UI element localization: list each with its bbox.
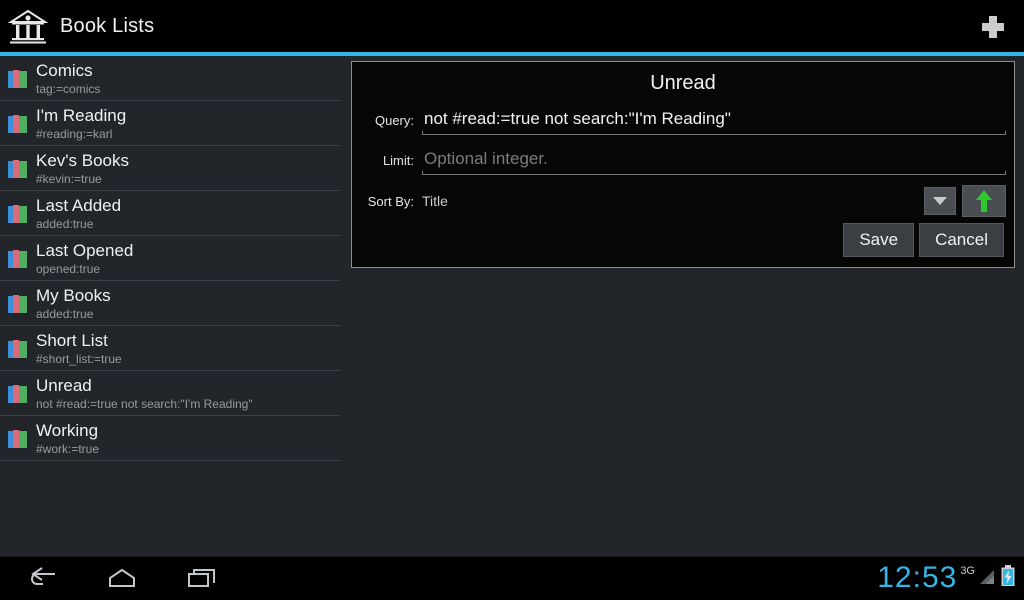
add-list-button[interactable]	[976, 10, 1010, 44]
list-item-query: added:true	[36, 306, 94, 321]
list-item-query: #kevin:=true	[36, 171, 102, 186]
page-title: Book Lists	[60, 14, 155, 37]
list-item-query: tag:=comics	[36, 81, 101, 96]
limit-input[interactable]: Optional integer.	[422, 147, 1006, 174]
list-item-title: I'm Reading	[36, 105, 127, 125]
screen-root: Book Lists Comics tag:=comics I'm Readin…	[0, 0, 1024, 600]
list-item-title: My Books	[36, 285, 111, 305]
list-item-query: opened:true	[36, 261, 101, 276]
system-navigation-bar	[0, 556, 1024, 600]
add-plus-icon	[982, 16, 1004, 38]
app-header: Book Lists	[0, 0, 1024, 52]
list-item[interactable]: Working #work:=true	[0, 416, 341, 461]
back-arrow-icon	[31, 567, 55, 585]
books-icon	[6, 202, 30, 226]
network-type-label: 3G	[960, 565, 975, 577]
list-item-query: #work:=true	[36, 441, 100, 456]
list-item-title: Kev's Books	[36, 150, 130, 170]
limit-label: Limit:	[382, 153, 414, 168]
home-button[interactable]	[92, 562, 152, 594]
limit-field-row: Limit: Optional integer.	[352, 147, 1014, 175]
books-icon	[6, 292, 30, 316]
sort-direction-button[interactable]	[962, 185, 1006, 217]
list-item[interactable]: My Books added:true	[0, 281, 341, 326]
home-icon	[109, 568, 135, 587]
books-icon	[6, 112, 30, 136]
query-input-underline	[422, 131, 1006, 135]
sort-by-label: Sort By:	[367, 193, 414, 209]
list-item[interactable]: Last Added added:true	[0, 191, 341, 236]
signal-bars-icon	[978, 566, 996, 591]
list-item-query: #short_list:=true	[36, 351, 122, 366]
back-button[interactable]	[12, 562, 72, 594]
query-field-row: Query: not #read:=true not search:"I'm R…	[352, 107, 1014, 135]
recent-apps-icon	[188, 569, 215, 587]
sort-by-row: Sort By: Title	[352, 185, 1014, 217]
dialog-button-bar: Save Cancel	[843, 223, 1004, 257]
list-item-query: not #read:=true not search:"I'm Reading"	[36, 396, 253, 411]
list-item[interactable]: Comics tag:=comics	[0, 56, 341, 101]
query-input[interactable]: not #read:=true not search:"I'm Reading"	[422, 107, 1006, 134]
books-icon	[6, 427, 30, 451]
sort-by-value: Title	[422, 193, 448, 209]
list-item[interactable]: Short List #short_list:=true	[0, 326, 341, 371]
recent-apps-button[interactable]	[172, 562, 232, 594]
list-item[interactable]: Kev's Books #kevin:=true	[0, 146, 341, 191]
books-icon	[6, 157, 30, 181]
limit-input-underline	[422, 171, 1006, 175]
list-item-title: Unread	[36, 375, 92, 395]
books-icon	[6, 382, 30, 406]
book-lists-sidebar[interactable]: Comics tag:=comics I'm Reading #reading:…	[0, 56, 341, 536]
dialog-title: Unread	[650, 72, 716, 94]
arrow-up-icon	[976, 190, 992, 212]
chevron-down-icon	[933, 197, 947, 205]
query-label: Query:	[374, 113, 414, 128]
list-item[interactable]: Unread not #read:=true not search:"I'm R…	[0, 371, 341, 416]
books-icon	[6, 247, 30, 271]
list-item[interactable]: I'm Reading #reading:=karl	[0, 101, 341, 146]
list-item-title: Short List	[36, 330, 108, 350]
navbar-divider	[0, 556, 1024, 557]
clock: 12:53	[877, 561, 958, 594]
list-item-query: added:true	[36, 216, 94, 231]
list-item-query: #reading:=karl	[36, 126, 113, 141]
library-building-icon	[0, 0, 56, 52]
battery-charging-icon	[1000, 564, 1016, 592]
list-item-title: Last Opened	[36, 240, 134, 260]
list-item-title: Comics	[36, 60, 93, 80]
status-area: 12:53 3G	[877, 556, 1016, 600]
list-item-title: Working	[36, 420, 99, 440]
sort-by-dropdown[interactable]	[924, 187, 956, 215]
books-icon	[6, 337, 30, 361]
list-item[interactable]: Last Opened opened:true	[0, 236, 341, 281]
save-button[interactable]: Save	[843, 223, 915, 257]
edit-list-dialog: Unread Query: not #read:=true not search…	[351, 61, 1015, 268]
cancel-button[interactable]: Cancel	[919, 223, 1004, 257]
list-item-title: Last Added	[36, 195, 122, 215]
books-icon	[6, 67, 30, 91]
